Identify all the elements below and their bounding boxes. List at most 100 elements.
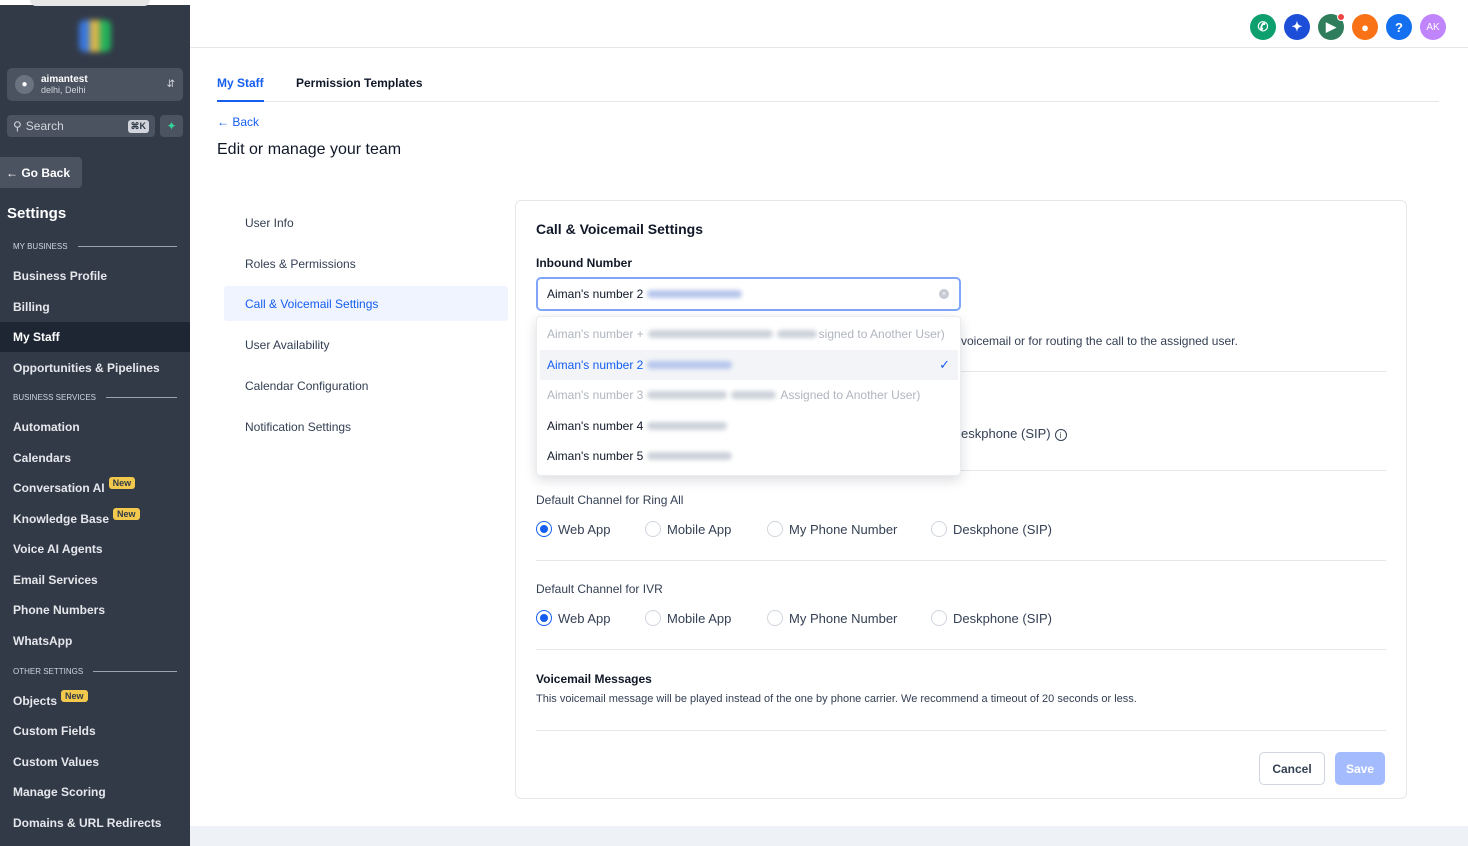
- account-switcher[interactable]: ● aimantest delhi, Delhi ⇵: [7, 68, 183, 101]
- redacted-number: [647, 290, 743, 298]
- divider: [536, 560, 1386, 561]
- sidebar-item-conversation-ai[interactable]: Conversation AI New: [0, 473, 190, 503]
- dropdown-option-selected[interactable]: Aiman's number 2 ✓: [540, 350, 958, 380]
- ai-sparkle-icon[interactable]: ✦: [1284, 14, 1310, 40]
- tab-my-staff[interactable]: My Staff: [217, 76, 264, 102]
- account-location: delhi, Delhi: [41, 84, 86, 95]
- sidebar-item-phone-numbers[interactable]: Phone Numbers: [0, 595, 190, 625]
- ring-all-web-app[interactable]: Web App: [536, 521, 611, 537]
- voicemail-description: This voicemail message will be played in…: [536, 693, 1137, 705]
- menu-user-info[interactable]: User Info: [224, 205, 508, 240]
- agency-logo: [79, 20, 111, 52]
- dropdown-option: Aiman's number 3 Assigned to Another User…: [547, 388, 921, 402]
- ivr-radio-group: Web App Mobile App My Phone Number Deskp…: [536, 610, 1236, 628]
- menu-calendar-configuration[interactable]: Calendar Configuration: [224, 368, 508, 403]
- ring-all-my-phone[interactable]: My Phone Number: [767, 521, 897, 537]
- back-link[interactable]: ← Back: [217, 115, 259, 129]
- inbound-number-label: Inbound Number: [536, 256, 632, 270]
- dropdown-option: Aiman's number + signed to Another User): [547, 327, 945, 341]
- voicemail-title: Voicemail Messages: [536, 672, 652, 686]
- tab-permission-templates[interactable]: Permission Templates: [296, 76, 423, 102]
- footer-strip: [190, 826, 1468, 846]
- selected-value: Aiman's number 2: [547, 287, 644, 301]
- search-icon: ⚲: [13, 119, 22, 133]
- sidebar-item-billing[interactable]: Billing: [0, 292, 190, 322]
- menu-roles-permissions[interactable]: Roles & Permissions: [224, 246, 508, 281]
- info-icon[interactable]: i: [1054, 429, 1067, 441]
- cancel-button[interactable]: Cancel: [1259, 752, 1325, 785]
- inbound-number-dropdown: Aiman's number + signed to Another User) …: [536, 316, 961, 476]
- sidebar-item-manage-scoring[interactable]: Manage Scoring: [0, 777, 190, 807]
- account-name: aimantest: [41, 73, 88, 85]
- card-title: Call & Voicemail Settings: [536, 221, 704, 237]
- sidebar-item-custom-fields[interactable]: Custom Fields: [0, 716, 190, 746]
- sidebar-item-voice-ai-agents[interactable]: Voice AI Agents: [0, 534, 190, 564]
- help-icon[interactable]: ?: [1386, 14, 1412, 40]
- new-badge: New: [61, 690, 88, 702]
- user-icon: ●: [15, 75, 34, 94]
- inbound-number-select[interactable]: Aiman's number 2 ×: [536, 277, 961, 311]
- divider: [536, 730, 1386, 731]
- radio[interactable]: [767, 521, 783, 537]
- radio[interactable]: [645, 521, 661, 537]
- sidebar-item-opportunities[interactable]: Opportunities & Pipelines: [0, 353, 190, 383]
- sidebar-title: Settings: [7, 205, 67, 222]
- menu-call-voicemail[interactable]: Call & Voicemail Settings: [224, 286, 508, 321]
- sidebar-item-automation[interactable]: Automation: [0, 412, 190, 442]
- top-header: ✆ ✦ ▶ ● ? AK: [190, 0, 1468, 48]
- dropdown-option[interactable]: Aiman's number 4: [540, 411, 958, 441]
- search-placeholder: Search: [25, 119, 64, 133]
- radio[interactable]: [931, 521, 947, 537]
- phone-icon[interactable]: ✆: [1250, 14, 1276, 40]
- quick-action-bolt-icon[interactable]: ✦: [160, 115, 183, 137]
- search-input[interactable]: ⚲ Search ⌘K: [7, 115, 155, 137]
- sidebar-item-objects[interactable]: Objects New: [0, 686, 190, 716]
- radio[interactable]: [767, 610, 783, 626]
- new-badge: New: [113, 508, 140, 520]
- dropdown-option[interactable]: Aiman's number 5: [540, 441, 958, 471]
- staff-tabs: My Staff Permission Templates: [217, 76, 1439, 102]
- ivr-deskphone[interactable]: Deskphone (SIP): [931, 610, 1052, 626]
- page-title: Edit or manage your team: [217, 141, 402, 158]
- section-other-settings: OTHER SETTINGS: [13, 667, 177, 676]
- go-back-button[interactable]: ← Go Back: [0, 157, 82, 188]
- divider: [536, 649, 1386, 650]
- sidebar-item-knowledge-base[interactable]: Knowledge Base New: [0, 504, 190, 534]
- avatar[interactable]: AK: [1420, 14, 1446, 40]
- sidebar-item-my-staff[interactable]: My Staff: [0, 322, 190, 352]
- section-my-business: MY BUSINESS: [13, 242, 177, 251]
- radio[interactable]: [931, 610, 947, 626]
- radio[interactable]: [645, 610, 661, 626]
- sidebar: ● aimantest delhi, Delhi ⇵ ⚲ Search ⌘K ✦…: [0, 0, 190, 846]
- menu-notification-settings[interactable]: Notification Settings: [224, 409, 508, 444]
- clear-icon[interactable]: ×: [939, 289, 949, 299]
- bell-icon[interactable]: ●: [1352, 14, 1378, 40]
- radio[interactable]: [536, 521, 552, 537]
- ring-all-mobile-app[interactable]: Mobile App: [645, 521, 731, 537]
- ring-all-deskphone[interactable]: Deskphone (SIP): [931, 521, 1052, 537]
- sidebar-item-calendars[interactable]: Calendars: [0, 443, 190, 473]
- sidebar-item-whatsapp[interactable]: WhatsApp: [0, 626, 190, 656]
- section-business-services: BUSINESS SERVICES: [13, 393, 177, 402]
- sidebar-item-domains[interactable]: Domains & URL Redirects: [0, 808, 190, 838]
- sidebar-item-custom-values[interactable]: Custom Values: [0, 747, 190, 777]
- ivr-mobile-app[interactable]: Mobile App: [645, 610, 731, 626]
- radio[interactable]: [536, 610, 552, 626]
- ring-all-radio-group: Web App Mobile App My Phone Number Deskp…: [536, 521, 1236, 539]
- new-badge: New: [108, 477, 136, 489]
- sidebar-item-email-services[interactable]: Email Services: [0, 565, 190, 595]
- sidebar-top-tab: [30, 0, 150, 6]
- check-icon: ✓: [939, 357, 950, 372]
- ring-all-label: Default Channel for Ring All: [536, 493, 684, 507]
- notification-dot: [1337, 13, 1345, 21]
- menu-user-availability[interactable]: User Availability: [224, 327, 508, 362]
- shortcut-badge: ⌘K: [127, 119, 149, 133]
- save-button[interactable]: Save: [1335, 752, 1385, 785]
- chevron-updown-icon: ⇵: [166, 79, 175, 90]
- sidebar-item-business-profile[interactable]: Business Profile: [0, 261, 190, 291]
- ivr-web-app[interactable]: Web App: [536, 610, 611, 626]
- ivr-label: Default Channel for IVR: [536, 582, 663, 596]
- inbound-hint: voicemail or for routing the call to the…: [961, 334, 1238, 348]
- megaphone-icon[interactable]: ▶: [1318, 13, 1345, 40]
- ivr-my-phone[interactable]: My Phone Number: [767, 610, 897, 626]
